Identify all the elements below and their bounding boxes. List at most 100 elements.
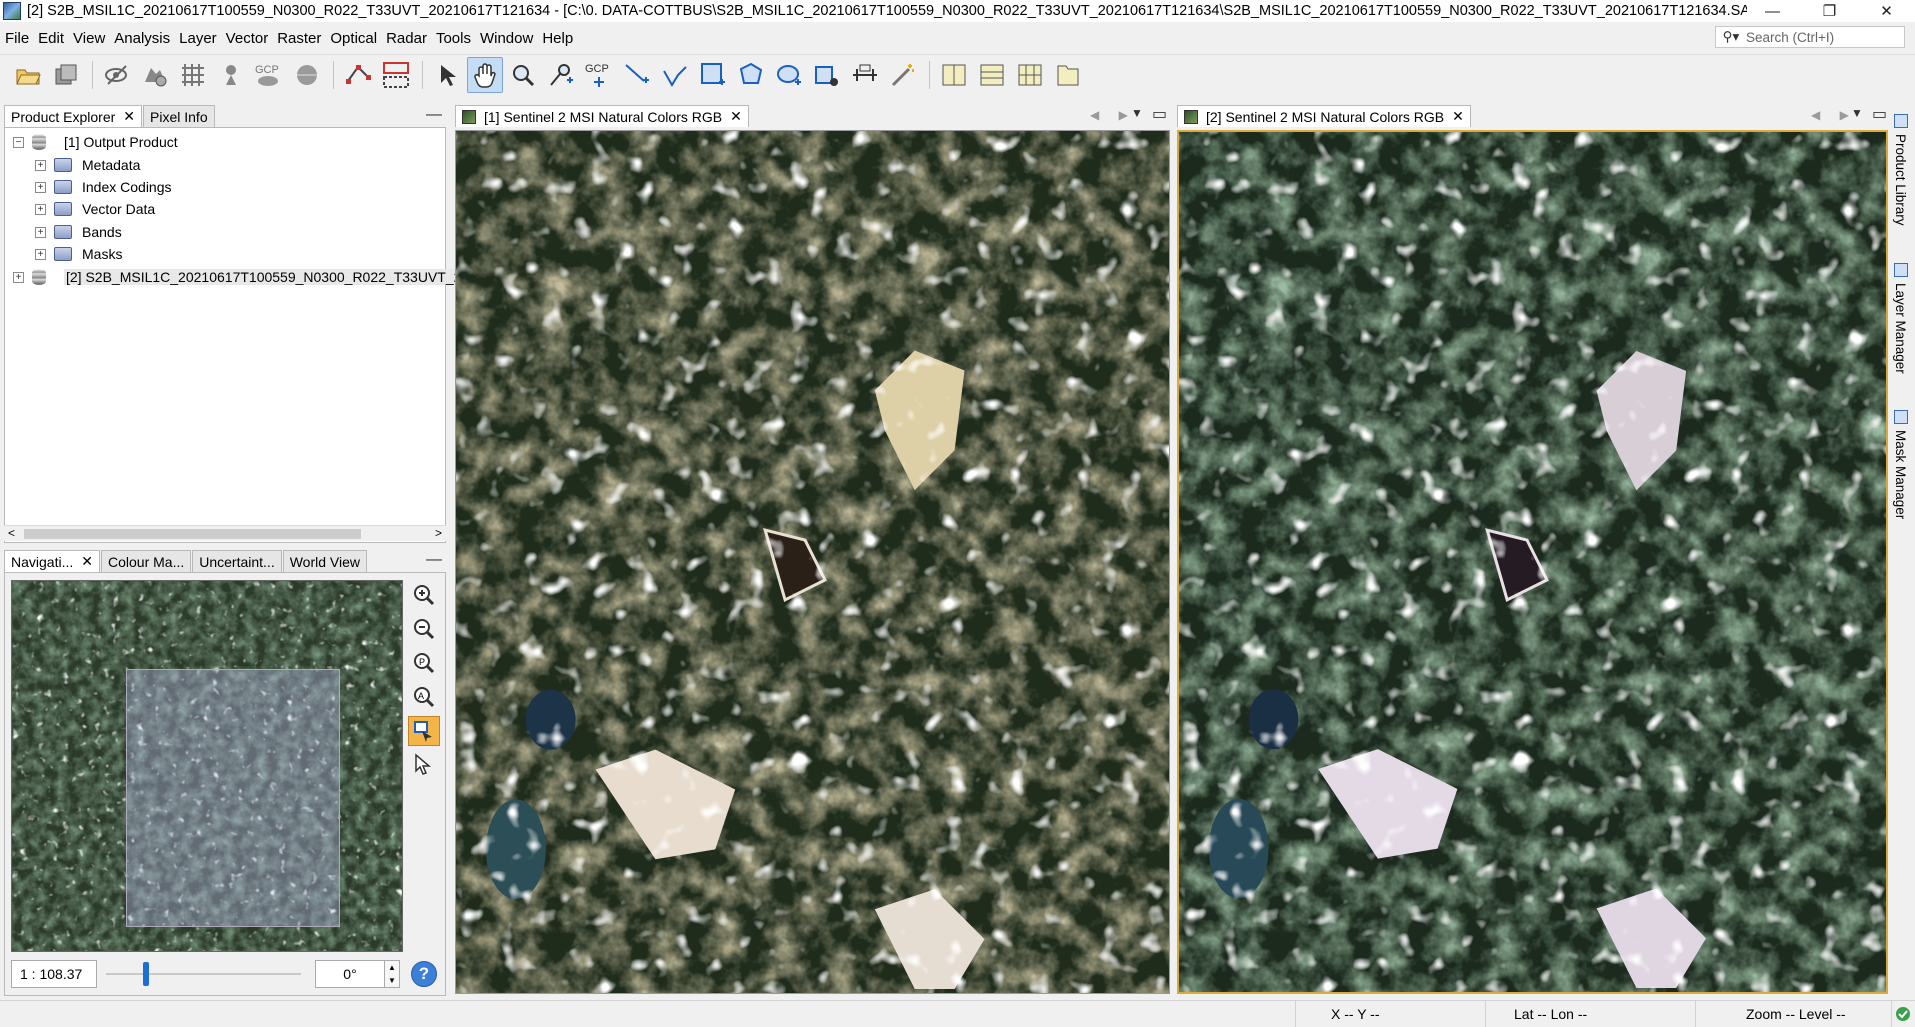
scroll-right-icon[interactable]: > — [435, 526, 442, 540]
view2-dropdown-icon[interactable]: ▼ — [1851, 106, 1863, 120]
rotation-angle-field[interactable]: 0° — [315, 960, 385, 988]
pin-placing-tool-icon[interactable] — [543, 57, 579, 93]
tree-item-bands[interactable]: + Bands — [35, 221, 122, 243]
rotation-spinner[interactable]: ▲ ▼ — [384, 960, 400, 988]
menu-layer[interactable]: Layer — [175, 30, 221, 47]
pin-manager-icon[interactable] — [213, 57, 249, 93]
close-icon[interactable]: ✕ — [123, 108, 135, 125]
search-input[interactable]: ⚲▾ Search (Ctrl+I) — [1715, 26, 1905, 48]
restore-button[interactable]: ❐ — [1801, 0, 1858, 22]
tab-colour-manipulation[interactable]: Colour Ma... — [100, 550, 192, 572]
tab-world-view[interactable]: World View — [282, 550, 368, 572]
tree-item-output-product[interactable]: − [1] Output Product — [13, 131, 178, 153]
tab-view1[interactable]: [1] Sentinel 2 MSI Natural Colors RGB ✕ — [455, 105, 749, 127]
menu-optical[interactable]: Optical — [326, 30, 381, 47]
update-icon[interactable] — [1891, 1000, 1915, 1027]
spinner-down-icon[interactable]: ▼ — [388, 976, 396, 985]
menu-window[interactable]: Window — [476, 30, 537, 47]
magic-wand-icon[interactable] — [885, 57, 921, 93]
minimize-panel-button[interactable]: — — [426, 106, 442, 124]
gcp-manager-icon[interactable]: GCP — [251, 57, 287, 93]
pan-tool-icon[interactable] — [467, 56, 503, 93]
menu-file[interactable]: File — [1, 30, 33, 47]
tree-item-masks[interactable]: + Masks — [35, 243, 122, 265]
tree-item-index-codings[interactable]: + Index Codings — [35, 176, 172, 198]
scale-field[interactable]: 1 : 108.37 — [11, 960, 97, 988]
select-tool-icon[interactable] — [429, 57, 465, 93]
zoom-slider[interactable] — [106, 962, 301, 986]
tree-horizontal-scrollbar[interactable]: < > — [4, 525, 446, 541]
open-product-icon[interactable] — [10, 57, 46, 93]
expand-icon[interactable]: + — [35, 203, 46, 215]
menu-tools[interactable]: Tools — [432, 30, 475, 47]
ellipse-draw-tool-icon[interactable] — [771, 57, 807, 93]
menu-radar[interactable]: Radar — [382, 30, 431, 47]
help-button[interactable]: ? — [411, 961, 437, 987]
sidebar-item-mask-manager[interactable]: Mask Manager — [1893, 410, 1908, 519]
vector-graph-icon[interactable] — [378, 57, 414, 93]
save-product-icon[interactable] — [48, 57, 84, 93]
world-map-icon[interactable] — [289, 57, 325, 93]
navigation-thumbnail[interactable] — [11, 580, 403, 952]
tab-navigation[interactable]: Navigati... ✕ — [4, 550, 100, 572]
polyline-draw-tool-icon[interactable] — [657, 57, 693, 93]
scroll-left-icon[interactable]: < — [8, 526, 15, 540]
zoom-out-icon[interactable] — [408, 614, 440, 644]
zoom-slider-knob[interactable] — [143, 962, 149, 986]
zoom-all-icon[interactable]: A — [408, 682, 440, 712]
sidebar-item-product-library[interactable]: Product Library — [1893, 114, 1908, 226]
image-view-2[interactable] — [1177, 130, 1888, 994]
minimize-button[interactable]: — — [1744, 0, 1801, 22]
expand-icon[interactable]: + — [35, 159, 46, 171]
menu-vector[interactable]: Vector — [222, 30, 273, 47]
scrollbar-thumb[interactable] — [24, 529, 361, 539]
menu-analysis[interactable]: Analysis — [110, 30, 174, 47]
view1-maximize-icon[interactable]: ▭ — [1152, 104, 1167, 124]
magic-wand-insert-icon[interactable] — [809, 57, 845, 93]
line-draw-tool-icon[interactable] — [619, 57, 655, 93]
tile-single-icon[interactable] — [1050, 57, 1086, 93]
eye-icon[interactable] — [99, 57, 135, 93]
menu-view[interactable]: View — [69, 30, 109, 47]
tree-item-metadata[interactable]: + Metadata — [35, 154, 140, 176]
polygon-draw-tool-icon[interactable] — [733, 57, 769, 93]
layers-gear-icon[interactable] — [137, 57, 173, 93]
vector-points-icon[interactable] — [340, 57, 376, 93]
tab-product-explorer[interactable]: Product Explorer ✕ — [4, 105, 143, 127]
gcp-tool-icon[interactable]: GCP — [581, 57, 617, 93]
sync-cursor-icon[interactable] — [408, 750, 440, 780]
tile-horizontal-icon[interactable] — [974, 57, 1010, 93]
zoom-in-icon[interactable] — [408, 580, 440, 610]
tile-evenly-icon[interactable] — [936, 57, 972, 93]
viewport-rectangle[interactable] — [126, 669, 340, 927]
expand-icon[interactable]: + — [35, 248, 46, 260]
collapse-icon[interactable]: − — [13, 136, 24, 148]
expand-icon[interactable]: + — [35, 226, 46, 238]
expand-icon[interactable]: + — [13, 271, 24, 283]
menu-raster[interactable]: Raster — [273, 30, 325, 47]
close-icon[interactable]: ✕ — [81, 553, 93, 570]
zoom-pixel-icon[interactable]: P — [408, 648, 440, 678]
tile-grid-icon[interactable] — [1012, 57, 1048, 93]
minimize-panel-button[interactable]: — — [426, 551, 442, 569]
menu-help[interactable]: Help — [538, 30, 577, 47]
range-finder-icon[interactable] — [847, 57, 883, 93]
tab-view2[interactable]: [2] Sentinel 2 MSI Natural Colors RGB ✕ — [1177, 105, 1471, 127]
view2-maximize-icon[interactable]: ▭ — [1872, 104, 1887, 124]
sync-views-icon[interactable] — [408, 716, 440, 746]
view1-tab-scroll-icon[interactable]: ◀ ▶ — [1090, 108, 1136, 122]
tree-item-vector-data[interactable]: + Vector Data — [35, 198, 155, 220]
expand-icon[interactable]: + — [35, 181, 46, 193]
close-icon[interactable]: ✕ — [1452, 108, 1464, 125]
close-window-button[interactable]: ✕ — [1858, 0, 1915, 22]
view2-tab-scroll-icon[interactable]: ◀ ▶ — [1811, 108, 1857, 122]
tab-pixel-info[interactable]: Pixel Info — [143, 105, 215, 127]
tab-uncertainty[interactable]: Uncertaint... — [192, 550, 282, 572]
view1-dropdown-icon[interactable]: ▼ — [1131, 106, 1143, 120]
rectangle-draw-tool-icon[interactable] — [695, 57, 731, 93]
zoom-tool-icon[interactable] — [505, 57, 541, 93]
close-icon[interactable]: ✕ — [730, 108, 742, 125]
sidebar-item-layer-manager[interactable]: Layer Manager — [1893, 263, 1908, 374]
menu-edit[interactable]: Edit — [34, 30, 68, 47]
image-view-1[interactable] — [455, 130, 1170, 994]
